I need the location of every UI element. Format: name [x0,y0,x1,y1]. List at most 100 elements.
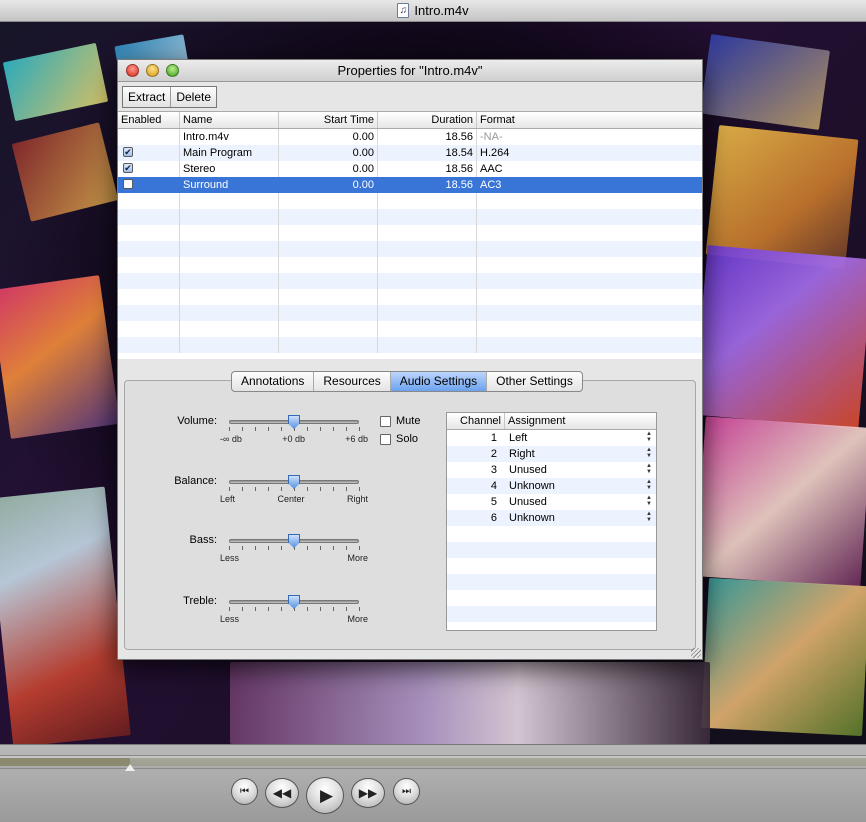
track-duration-cell: 18.56 [378,161,477,177]
slider-tick [359,487,360,491]
column-header-start-time[interactable]: Start Time [279,112,378,128]
channel-row[interactable]: 5 Unused ▲ ▼ [447,494,656,510]
slider-tick [268,487,269,491]
channel-assignment-value: Right [509,448,535,460]
empty-cell [378,209,477,225]
slider-tick [242,607,243,611]
channel-assignment-popup[interactable]: Left ▲ ▼ [505,430,656,446]
channel-number: 6 [490,512,497,524]
slider-tick [346,546,347,550]
tab-annotations[interactable]: Annotations [232,372,315,391]
column-header-name[interactable]: Name [180,112,279,128]
minimize-window-button[interactable] [146,64,159,77]
tab-other-settings[interactable]: Other Settings [487,372,582,391]
channel-row[interactable]: 3 Unused ▲ ▼ [447,462,656,478]
slider-label: Balance: [174,475,217,487]
empty-cell [279,193,378,209]
channel-rows: 1 Left ▲ ▼ 2 Right ▲ ▼ 3 Unused ▲ ▼ 4 Unknown ▲ ▼ 5 Unuse… [447,430,656,622]
empty-cell [477,337,702,353]
empty-cell [477,257,702,273]
column-header-duration[interactable]: Duration [378,112,477,128]
column-header-channel[interactable]: Channel [447,413,505,429]
track-row[interactable]: ✔ Main Program 0.00 18.54 H.264 [118,145,702,161]
channel-assignment-popup[interactable]: Unknown ▲ ▼ [505,510,656,526]
track-duration-cell: 18.56 [378,177,477,193]
track-row[interactable]: Intro.m4v 0.00 18.56 -NA- [118,129,702,145]
play-button[interactable]: ▶ [306,777,344,814]
track-toolbar: Extract Delete [122,86,218,108]
channel-assignment-value: Unknown [509,512,555,524]
tab-audio-settings[interactable]: Audio Settings [390,372,488,391]
empty-cell [118,193,180,209]
track-enabled-checkbox[interactable]: ✔ [123,147,133,158]
column-header-assignment[interactable]: Assignment [505,413,656,429]
track-row[interactable]: Surround 0.00 18.56 AC3 [118,177,702,193]
track-format-cell: -NA- [480,131,503,143]
dialog-titlebar[interactable]: Properties for "Intro.m4v" [118,60,702,82]
channel-assignment-popup[interactable]: Right ▲ ▼ [505,446,656,462]
video-tile [700,34,830,130]
channel-assignment-popup[interactable]: Unknown ▲ ▼ [505,478,656,494]
resize-grip-icon[interactable] [691,648,701,658]
slider-tick [307,427,308,431]
channel-number: 2 [490,448,497,460]
empty-cell [378,289,477,305]
fast-forward-icon: ▶▶ [358,786,378,800]
video-tile [11,122,119,222]
empty-cell [477,241,702,257]
channel-row[interactable]: 2 Right ▲ ▼ [447,446,656,462]
track-name-cell: Surround [180,177,279,193]
mute-check-box[interactable] [380,415,391,427]
channel-assignment-popup[interactable]: Unused ▲ ▼ [505,494,656,510]
track-name-cell: Stereo [180,161,279,177]
slider-tick [346,487,347,491]
mute-checkbox[interactable]: Mute [380,415,420,427]
timeline-scrubber[interactable] [0,755,866,771]
zoom-window-button[interactable] [166,64,179,77]
fast-forward-button[interactable]: ▶▶ [351,778,385,808]
channel-row[interactable]: 6 Unknown ▲ ▼ [447,510,656,526]
player-titlebar: ♫ Intro.m4v [0,0,866,22]
audio-settings-panel: Volume: -∞ db +0 db +6 db Balance: Left Center… [124,380,696,650]
channel-row[interactable]: 1 Left ▲ ▼ [447,430,656,446]
rewind-button[interactable]: ◀◀ [265,778,299,808]
empty-cell [477,289,702,305]
video-tile [0,486,131,744]
channel-row[interactable]: 4 Unknown ▲ ▼ [447,478,656,494]
column-header-format[interactable]: Format [477,112,702,128]
empty-cell [279,337,378,353]
slider-tick [359,427,360,431]
slider-tick [320,487,321,491]
track-name-cell: Intro.m4v [180,129,279,145]
close-window-button[interactable] [126,64,139,77]
delete-button[interactable]: Delete [171,87,216,107]
slider-tick [320,546,321,550]
track-enabled-checkbox[interactable]: ✔ [123,163,133,174]
solo-check-box[interactable] [380,433,391,445]
music-document-icon: ♫ [397,3,410,18]
track-enabled-checkbox[interactable] [123,179,133,190]
channel-number: 4 [490,480,497,492]
skip-to-start-icon: ⏮ [240,786,249,797]
playhead-handle[interactable] [125,764,135,771]
skip-to-start-button[interactable]: ⏮ [231,778,258,805]
skip-to-end-icon: ⏭ [402,786,411,797]
track-duration-cell: 18.56 [378,129,477,145]
slider-scale-labels: Less More [220,553,368,563]
solo-checkbox[interactable]: Solo [380,433,418,445]
skip-to-end-button[interactable]: ⏭ [393,778,420,805]
track-name-cell: Main Program [180,145,279,161]
empty-cell [180,225,279,241]
empty-row [118,273,702,289]
empty-cell [279,209,378,225]
slider-tick [268,607,269,611]
track-enabled-cell: ✔ [118,161,180,177]
channel-assignment-popup[interactable]: Unused ▲ ▼ [505,462,656,478]
track-row[interactable]: ✔ Stereo 0.00 18.56 AAC [118,161,702,177]
empty-cell [118,337,180,353]
tab-resources[interactable]: Resources [314,372,391,391]
empty-cell [118,257,180,273]
slider-tick [281,607,282,611]
column-header-enabled[interactable]: Enabled [118,112,180,128]
extract-button[interactable]: Extract [123,87,172,107]
